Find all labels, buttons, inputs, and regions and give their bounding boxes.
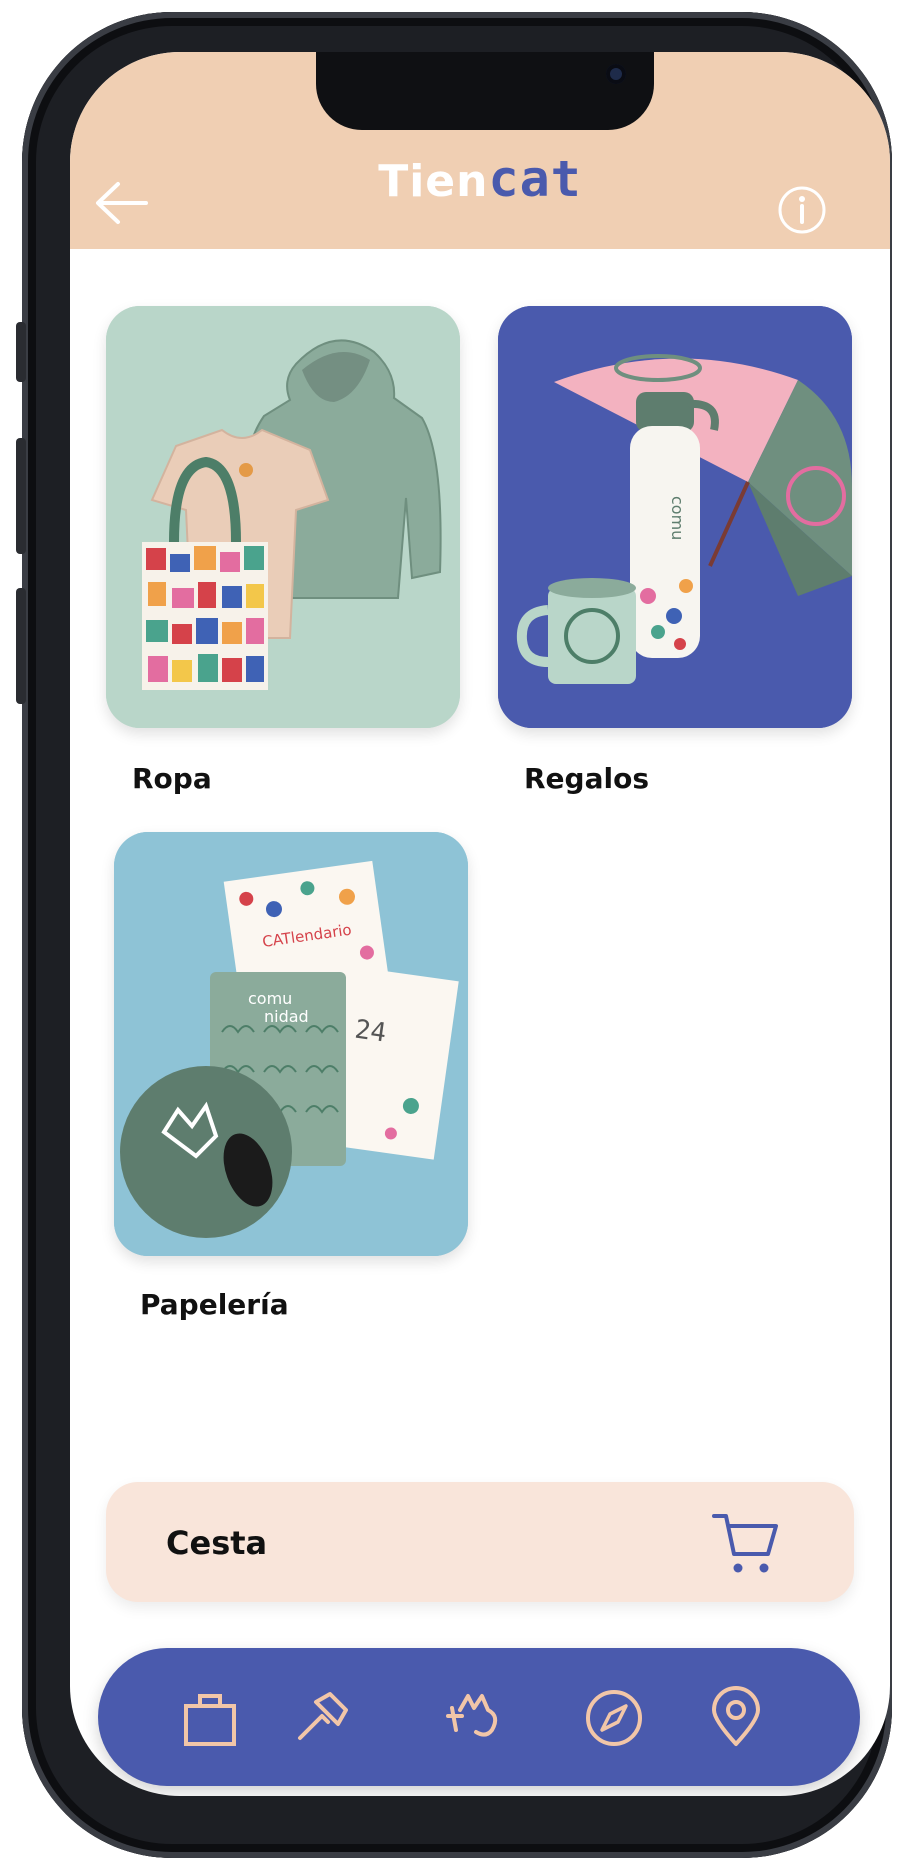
nav-community[interactable] bbox=[442, 1686, 506, 1750]
volume-down-button bbox=[16, 588, 26, 704]
mute-switch bbox=[16, 322, 26, 382]
category-label-regalos: Regalos bbox=[524, 762, 649, 795]
category-label-ropa: Ropa bbox=[132, 762, 212, 795]
clothing-image bbox=[106, 306, 460, 728]
info-button[interactable] bbox=[776, 184, 828, 236]
volume-up-button bbox=[16, 438, 26, 554]
svg-text:comu: comu bbox=[248, 989, 292, 1008]
category-card-ropa[interactable] bbox=[106, 306, 460, 728]
gifts-image: comu bbox=[498, 306, 852, 728]
bottom-navigation bbox=[98, 1648, 860, 1786]
app-screen: Tiencat Ropa comu Regalos CATlendario 24… bbox=[70, 52, 890, 1796]
nav-shop[interactable] bbox=[178, 1686, 242, 1750]
nav-location[interactable] bbox=[704, 1686, 768, 1750]
location-pin-icon bbox=[712, 1686, 760, 1746]
phone-notch bbox=[316, 52, 654, 130]
nav-explore[interactable] bbox=[582, 1686, 646, 1750]
app-title: Tiencat bbox=[70, 150, 890, 208]
compass-icon bbox=[586, 1690, 642, 1746]
camera-icon bbox=[606, 64, 626, 84]
title-suffix: cat bbox=[488, 150, 582, 208]
cart-button[interactable]: Cesta bbox=[106, 1482, 854, 1602]
cart-icon bbox=[712, 1514, 778, 1573]
stationery-image: CATlendario 24 comu nidad bbox=[114, 832, 468, 1256]
svg-text:24: 24 bbox=[353, 1015, 388, 1049]
nav-workshop[interactable] bbox=[290, 1686, 354, 1750]
category-card-regalos[interactable]: comu bbox=[498, 306, 852, 728]
info-icon bbox=[778, 186, 826, 234]
cart-label: Cesta bbox=[166, 1524, 268, 1562]
svg-text:nidad: nidad bbox=[264, 1007, 309, 1026]
category-label-papeleria: Papelería bbox=[140, 1288, 289, 1321]
shopping-bag-icon bbox=[184, 1694, 236, 1746]
hammer-icon bbox=[298, 1692, 348, 1740]
cat-logo-icon bbox=[446, 1694, 498, 1737]
svg-text:comu: comu bbox=[668, 496, 687, 540]
category-card-papeleria[interactable]: CATlendario 24 comu nidad bbox=[114, 832, 468, 1256]
title-prefix: Tien bbox=[378, 156, 489, 207]
